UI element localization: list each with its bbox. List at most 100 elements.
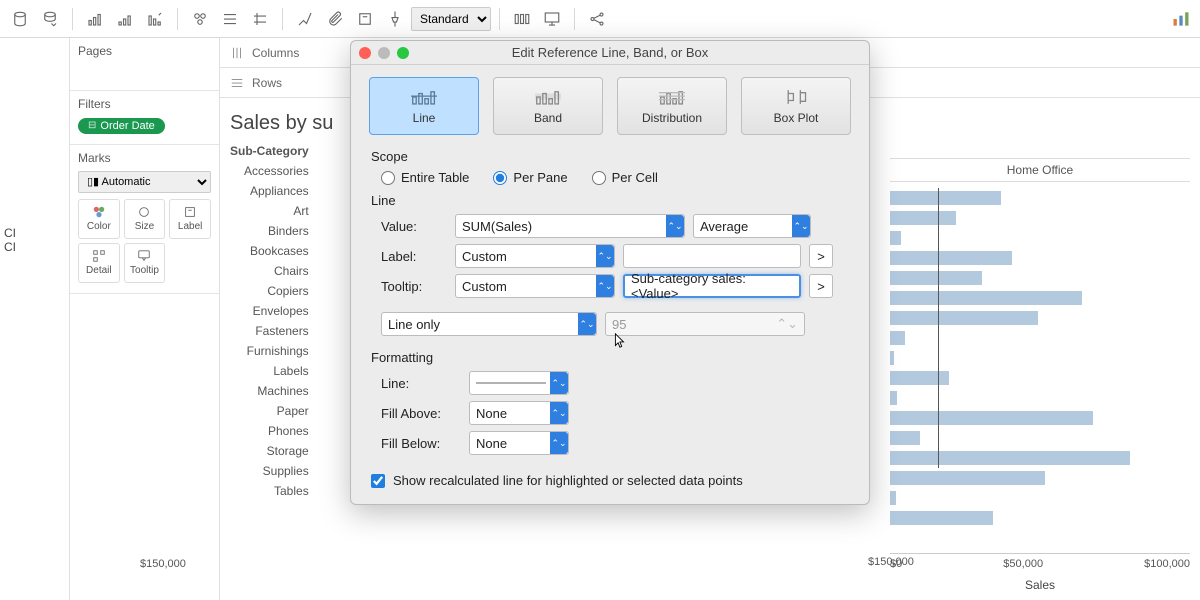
scope-per-pane[interactable]: Per Pane xyxy=(493,170,567,185)
bar-row[interactable] xyxy=(890,428,1190,448)
row-header[interactable]: Labels xyxy=(230,361,309,381)
fill-above-label: Fill Above: xyxy=(381,406,461,421)
format-line-select[interactable]: ⌃⌄ xyxy=(469,371,569,395)
data-field-ci[interactable]: CI xyxy=(4,226,65,240)
row-header[interactable]: Phones xyxy=(230,421,309,441)
data-pane: CI CI xyxy=(0,38,70,600)
marks-size[interactable]: Size xyxy=(124,199,166,239)
bar-chart[interactable] xyxy=(890,188,1190,528)
dialog-titlebar[interactable]: Edit Reference Line, Band, or Box xyxy=(351,41,869,65)
row-header[interactable]: Fasteners xyxy=(230,321,309,341)
value-label: Value: xyxy=(381,219,447,234)
bar-row[interactable] xyxy=(890,308,1190,328)
filter-pill-order-date[interactable]: Order Date xyxy=(78,118,165,134)
axis-tick-left: $150,000 xyxy=(140,558,186,570)
column-header-home-office: Home Office xyxy=(890,158,1190,182)
swap-axes-icon[interactable] xyxy=(81,5,109,33)
label-insert-button[interactable]: > xyxy=(809,244,833,268)
formatting-label: Formatting xyxy=(371,350,853,365)
bar-row[interactable] xyxy=(890,488,1190,508)
bar-row[interactable] xyxy=(890,188,1190,208)
pin-icon[interactable] xyxy=(381,5,409,33)
bar-row[interactable] xyxy=(890,368,1190,388)
bar-row[interactable] xyxy=(890,448,1190,468)
bar-row[interactable] xyxy=(890,248,1190,268)
dialog-title: Edit Reference Line, Band, or Box xyxy=(351,45,869,60)
bar-row[interactable] xyxy=(890,348,1190,368)
label-text-input[interactable] xyxy=(623,244,801,268)
reference-line[interactable] xyxy=(938,188,939,468)
data-field-ci[interactable]: CI xyxy=(4,240,65,254)
marks-detail[interactable]: Detail xyxy=(78,243,120,283)
tooltip-insert-button[interactable]: > xyxy=(809,274,833,298)
marks-label[interactable]: Label xyxy=(169,199,211,239)
bar-row[interactable] xyxy=(890,268,1190,288)
scope-per-cell[interactable]: Per Cell xyxy=(592,170,658,185)
filters-shelf[interactable]: Filters Order Date xyxy=(70,91,219,145)
row-headers: Sub-Category AccessoriesAppliancesArtBin… xyxy=(230,141,317,181)
marks-tooltip[interactable]: Tooltip xyxy=(124,243,166,283)
marks-label: Marks xyxy=(78,151,211,165)
group-icon[interactable] xyxy=(186,5,214,33)
tab-band[interactable]: Band xyxy=(493,77,603,135)
format-line-label: Line: xyxy=(381,376,461,391)
row-header[interactable]: Tables xyxy=(230,481,309,501)
show-me-icon[interactable] xyxy=(1170,8,1192,30)
zoom-icon[interactable] xyxy=(397,47,409,59)
row-header[interactable]: Art xyxy=(230,201,309,221)
display-select[interactable]: Line only⌃⌄ xyxy=(381,312,597,336)
tooltip-select[interactable]: Custom⌃⌄ xyxy=(455,274,615,298)
tab-box-plot[interactable]: Box Plot xyxy=(741,77,851,135)
bar-row[interactable] xyxy=(890,328,1190,348)
recalc-checkbox-row[interactable]: Show recalculated line for highlighted o… xyxy=(371,473,853,488)
value-field-select[interactable]: SUM(Sales)⌃⌄ xyxy=(455,214,685,238)
bar-row[interactable] xyxy=(890,508,1190,528)
row-header[interactable]: Copiers xyxy=(230,281,309,301)
bar-row[interactable] xyxy=(890,408,1190,428)
data-source-icon[interactable] xyxy=(6,5,34,33)
sort-desc-icon[interactable] xyxy=(141,5,169,33)
recalc-checkbox[interactable] xyxy=(371,474,385,488)
tab-line[interactable]: Line xyxy=(369,77,479,135)
bar-row[interactable] xyxy=(890,388,1190,408)
presentation-icon[interactable] xyxy=(538,5,566,33)
bar-row[interactable] xyxy=(890,208,1190,228)
tooltip-text-input[interactable]: Sub-category sales:<Value> xyxy=(623,274,801,298)
close-icon[interactable] xyxy=(359,47,371,59)
show-cards-icon[interactable] xyxy=(508,5,536,33)
row-header[interactable]: Furnishings xyxy=(230,341,309,361)
bar-row[interactable] xyxy=(890,288,1190,308)
marks-color[interactable]: Color xyxy=(78,199,120,239)
row-header[interactable]: Accessories xyxy=(230,161,309,181)
row-header[interactable]: Paper xyxy=(230,401,309,421)
scope-entire-table[interactable]: Entire Table xyxy=(381,170,469,185)
value-agg-select[interactable]: Average⌃⌄ xyxy=(693,214,811,238)
row-header[interactable]: Chairs xyxy=(230,261,309,281)
label-select[interactable]: Custom⌃⌄ xyxy=(455,244,615,268)
bar-row[interactable] xyxy=(890,468,1190,488)
totals2-icon[interactable] xyxy=(246,5,274,33)
row-header[interactable]: Machines xyxy=(230,381,309,401)
refresh-data-icon[interactable] xyxy=(36,5,64,33)
row-header[interactable]: Supplies xyxy=(230,461,309,481)
fill-below-select[interactable]: None⌃⌄ xyxy=(469,431,569,455)
row-header[interactable]: Envelopes xyxy=(230,301,309,321)
title-icon[interactable] xyxy=(351,5,379,33)
marks-type-select[interactable]: ▯▮ Automatic xyxy=(78,171,211,193)
attach-icon[interactable] xyxy=(321,5,349,33)
totals-icon[interactable] xyxy=(216,5,244,33)
row-header[interactable]: Storage xyxy=(230,441,309,461)
fit-select[interactable]: Standard xyxy=(411,7,491,31)
row-header[interactable]: Bookcases xyxy=(230,241,309,261)
scope-label: Scope xyxy=(371,149,853,164)
side-panels: Pages Filters Order Date Marks ▯▮ Automa… xyxy=(70,38,220,600)
row-header[interactable]: Appliances xyxy=(230,181,309,201)
sort-asc-icon[interactable] xyxy=(111,5,139,33)
share-icon[interactable] xyxy=(583,5,611,33)
row-header[interactable]: Binders xyxy=(230,221,309,241)
fill-above-select[interactable]: None⌃⌄ xyxy=(469,401,569,425)
highlight-icon[interactable] xyxy=(291,5,319,33)
bar-row[interactable] xyxy=(890,228,1190,248)
tab-distribution[interactable]: Distribution xyxy=(617,77,727,135)
pages-shelf[interactable]: Pages xyxy=(70,38,219,91)
